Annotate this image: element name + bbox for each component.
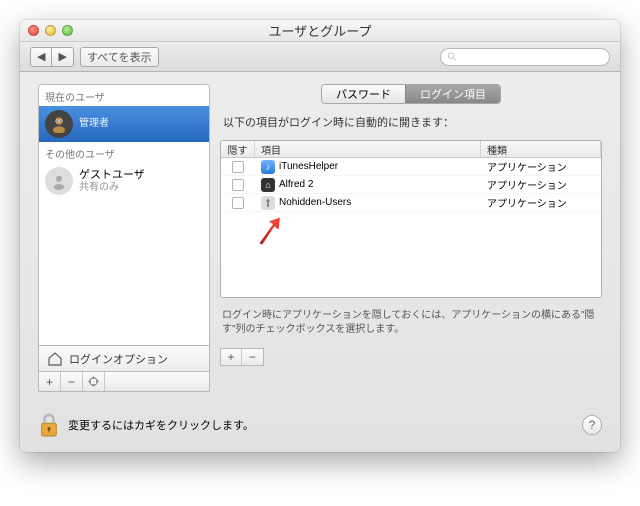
- tabs: パスワード ログイン項目: [220, 84, 602, 104]
- footer: 変更するにはカギをクリックします。 ?: [20, 406, 620, 452]
- sidebar: 現在のユーザ 管理者 その他のユーザ ゲストユーザ: [38, 84, 210, 392]
- app-icon: ⌂: [261, 178, 275, 192]
- toolbar: ◀ ▶ すべてを表示: [20, 42, 620, 72]
- actions-menu[interactable]: [83, 372, 105, 391]
- user-name: ゲストユーザ: [79, 169, 145, 182]
- item-name: Nohidden-Users: [279, 197, 351, 208]
- remove-item-button[interactable]: −: [242, 349, 263, 365]
- zoom-icon[interactable]: [62, 25, 73, 36]
- tab-login-items[interactable]: ログイン項目: [405, 85, 500, 103]
- item-kind: アプリケーション: [481, 159, 601, 174]
- lock-message: 変更するにはカギをクリックします。: [68, 417, 254, 433]
- column-item[interactable]: 項目: [255, 141, 481, 157]
- lock-icon[interactable]: [38, 412, 60, 438]
- search-field[interactable]: [440, 48, 610, 66]
- minimize-icon[interactable]: [45, 25, 56, 36]
- tab-password[interactable]: パスワード: [322, 85, 405, 103]
- close-icon[interactable]: [28, 25, 39, 36]
- sidebar-add-remove: + −: [38, 372, 210, 392]
- hide-checkbox[interactable]: [232, 179, 244, 191]
- current-user-heading: 現在のユーザ: [39, 85, 209, 106]
- column-kind[interactable]: 種類: [481, 141, 601, 157]
- user-role: 共有のみ: [79, 182, 145, 194]
- preferences-window: ユーザとグループ ◀ ▶ すべてを表示 現在のユーザ 管理者: [20, 20, 620, 452]
- search-icon: [447, 51, 457, 62]
- table-row[interactable]: ♪ iTunesHelper アプリケーション: [221, 158, 601, 176]
- show-all-button[interactable]: すべてを表示: [80, 47, 159, 67]
- annotation-arrow-icon: [255, 216, 283, 246]
- house-icon: [47, 351, 63, 367]
- table-row[interactable]: Nohidden-Users アプリケーション: [221, 194, 601, 212]
- user-role: 管理者: [79, 118, 109, 130]
- user-row-guest[interactable]: ゲストユーザ 共有のみ: [39, 163, 209, 199]
- item-kind: アプリケーション: [481, 195, 601, 210]
- hide-checkbox[interactable]: [232, 161, 244, 173]
- login-options-label: ログインオプション: [69, 351, 168, 367]
- item-name: iTunesHelper: [279, 161, 338, 172]
- table-row[interactable]: ⌂ Alfred 2 アプリケーション: [221, 176, 601, 194]
- login-options-button[interactable]: ログインオプション: [38, 346, 210, 372]
- item-kind: アプリケーション: [481, 177, 601, 192]
- search-input[interactable]: [461, 51, 603, 63]
- titlebar: ユーザとグループ: [20, 20, 620, 42]
- login-items-table: 隠す 項目 種類 ♪ iTunesHelper アプリケーション ⌂: [220, 140, 602, 298]
- column-hide[interactable]: 隠す: [221, 141, 255, 157]
- help-button[interactable]: ?: [582, 415, 602, 435]
- login-items-add-remove: + −: [220, 348, 264, 366]
- avatar: [45, 167, 73, 195]
- item-name: Alfred 2: [279, 179, 313, 190]
- app-icon: ♪: [261, 160, 275, 174]
- user-row-admin[interactable]: 管理者: [39, 106, 209, 142]
- user-list: 現在のユーザ 管理者 その他のユーザ ゲストユーザ: [38, 84, 210, 346]
- add-user-button[interactable]: +: [39, 372, 61, 391]
- login-items-message: 以下の項目がログイン時に自動的に開きます：: [220, 112, 602, 132]
- remove-user-button[interactable]: −: [61, 372, 83, 391]
- hide-checkbox[interactable]: [232, 197, 244, 209]
- add-item-button[interactable]: +: [221, 349, 242, 365]
- forward-button[interactable]: ▶: [52, 47, 73, 67]
- window-title: ユーザとグループ: [20, 21, 620, 40]
- back-button[interactable]: ◀: [30, 47, 52, 67]
- avatar: [45, 110, 73, 138]
- window-controls: [28, 25, 73, 36]
- nav-buttons: ◀ ▶: [30, 47, 74, 67]
- app-icon: [261, 196, 275, 210]
- other-users-heading: その他のユーザ: [39, 142, 209, 163]
- hint-text: ログイン時にアプリケーションを隠しておくには、アプリケーションの横にある"隠す"…: [220, 306, 602, 340]
